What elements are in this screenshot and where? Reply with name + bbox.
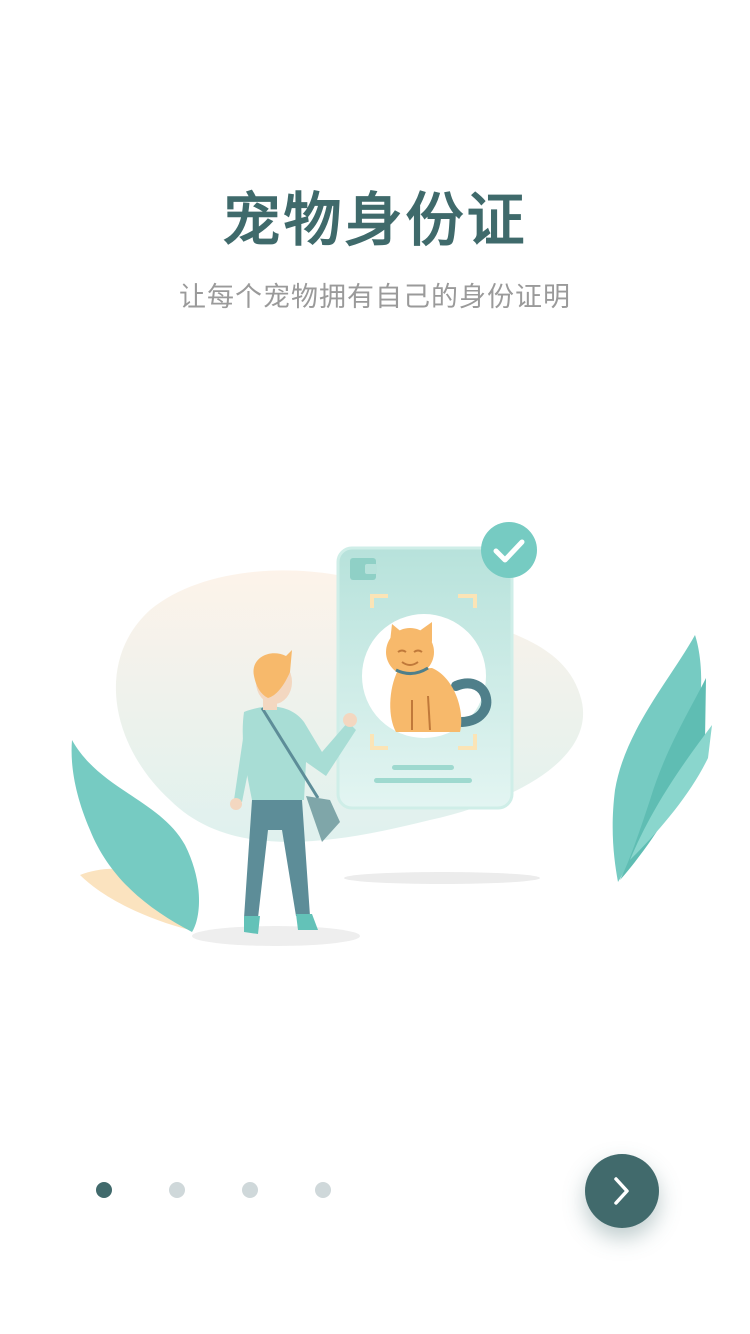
page-title: 宠物身份证 <box>222 186 528 254</box>
page-subtitle: 让每个宠物拥有自己的身份证明 <box>179 282 571 313</box>
next-button[interactable] <box>585 1154 659 1228</box>
pet-id-illustration <box>0 500 750 970</box>
pager-dot-1[interactable] <box>96 1182 112 1198</box>
chevron-right-icon <box>614 1177 629 1205</box>
pager-dot-3[interactable] <box>242 1182 258 1198</box>
check-icon <box>481 522 537 578</box>
card-shadow <box>344 872 540 884</box>
person-shadow <box>192 926 360 946</box>
leaf-icon-right <box>612 635 712 882</box>
pager-dot-2[interactable] <box>169 1182 185 1198</box>
pager-dot-4[interactable] <box>315 1182 331 1198</box>
